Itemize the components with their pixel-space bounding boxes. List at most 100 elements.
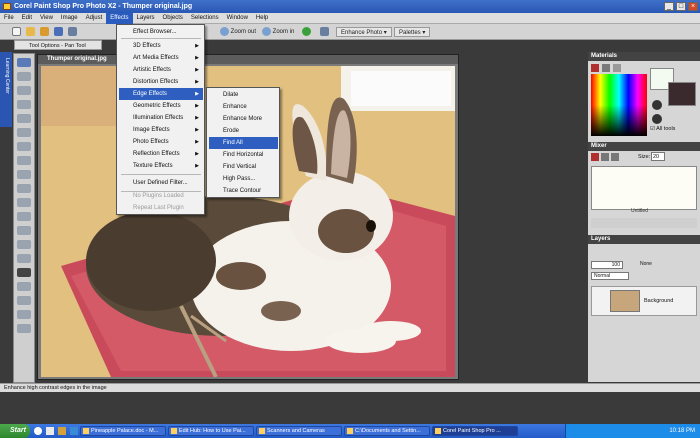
edge-submenu-item[interactable]: Erode <box>209 125 278 137</box>
layer-opacity-input[interactable]: 100 <box>591 261 623 269</box>
ie-quicklaunch-icon[interactable] <box>34 427 42 435</box>
swatch-icon[interactable] <box>602 64 610 72</box>
effects-menu-item[interactable]: Art Media Effects ▶ <box>119 52 203 64</box>
shape-tool-icon[interactable] <box>17 282 31 291</box>
edge-submenu-item[interactable]: Find Horizontal <box>209 149 278 161</box>
menu-objects[interactable]: Objects <box>159 13 187 24</box>
grid-icon[interactable] <box>613 64 621 72</box>
blend-mode-select[interactable]: Normal <box>591 272 629 280</box>
edge-submenu-item-find-all[interactable]: Find All <box>209 137 278 149</box>
layers-panel-header[interactable]: Layers <box>588 235 700 244</box>
enhance-photo-dropdown[interactable]: Enhance Photo ▾ <box>336 27 392 37</box>
quicklaunch-icon[interactable] <box>46 427 54 435</box>
straighten-tool-icon[interactable] <box>17 128 31 137</box>
quicklaunch-icon[interactable] <box>70 427 78 435</box>
open-folder-icon[interactable] <box>26 27 35 36</box>
window-titlebar[interactable]: Corel Paint Shop Pro Photo X2 - Thumper … <box>0 0 700 13</box>
app-icon[interactable] <box>3 3 11 10</box>
print-icon[interactable] <box>68 27 77 36</box>
background-swatch[interactable] <box>668 82 696 106</box>
selection-tool-icon[interactable] <box>17 86 31 95</box>
mixer-canvas[interactable] <box>591 166 697 210</box>
pen-tool-icon[interactable] <box>17 296 31 305</box>
effects-menu-item[interactable]: Photo Effects ▶ <box>119 136 203 148</box>
menu-edit[interactable]: Edit <box>18 13 36 24</box>
pick-tool-icon[interactable] <box>17 72 31 81</box>
eraser-icon[interactable] <box>17 240 31 249</box>
menu-layers[interactable]: Layers <box>133 13 159 24</box>
zoom-out-button[interactable]: Zoom out <box>231 29 256 35</box>
edge-submenu-item[interactable]: Trace Contour <box>209 185 278 197</box>
scratch-remover-icon[interactable] <box>17 184 31 193</box>
materials-panel-header[interactable]: Materials <box>588 52 700 61</box>
learning-center-tab[interactable]: Learning Center <box>0 52 12 127</box>
mixer-tool-icon[interactable] <box>601 153 609 161</box>
browse-icon[interactable] <box>40 27 49 36</box>
effects-menu-item[interactable]: Distortion Effects ▶ <box>119 76 203 88</box>
mesh-warp-icon[interactable] <box>17 324 31 333</box>
edge-submenu-item[interactable]: Dilate <box>209 89 278 101</box>
effects-menu-item[interactable]: Image Effects ▶ <box>119 124 203 136</box>
quicklaunch-icon[interactable] <box>58 427 66 435</box>
edge-submenu-item[interactable]: Enhance <box>209 101 278 113</box>
edge-submenu-item[interactable]: Enhance More <box>209 113 278 125</box>
text-tool-icon[interactable] <box>17 268 31 277</box>
makeover-tool-icon[interactable] <box>17 156 31 165</box>
dropper-tool-icon[interactable] <box>17 100 31 109</box>
pan-tool-icon[interactable] <box>17 58 31 67</box>
lighten-darken-icon[interactable] <box>17 226 31 235</box>
layer-link-none[interactable]: None <box>640 261 652 267</box>
color-spectrum[interactable] <box>591 74 647 136</box>
clock[interactable]: 10:18 PM <box>669 428 695 434</box>
effects-menu-item-edge-effects[interactable]: Edge Effects ▶ <box>119 88 203 100</box>
mixer-brush-icon[interactable] <box>591 153 599 161</box>
menu-image[interactable]: Image <box>57 13 82 24</box>
document-titlebar[interactable]: Thumper original.jpg <box>38 55 458 64</box>
script-icon[interactable] <box>320 27 329 36</box>
menu-effects[interactable]: Effects <box>106 13 133 24</box>
menu-adjust[interactable]: Adjust <box>82 13 107 24</box>
effects-menu-item[interactable]: Reflection Effects ▶ <box>119 148 203 160</box>
effects-menu-item[interactable]: 3D Effects ▶ <box>119 40 203 52</box>
minimize-button[interactable]: _ <box>664 2 674 11</box>
mixer-size-input[interactable]: 20 <box>651 152 665 161</box>
zoom-in-button[interactable]: Zoom in <box>273 29 295 35</box>
layer-row[interactable]: Background <box>591 286 697 316</box>
save-icon[interactable] <box>54 27 63 36</box>
crop-tool-icon[interactable] <box>17 114 31 123</box>
effects-menu-item[interactable]: Illumination Effects ▶ <box>119 112 203 124</box>
edge-submenu-item[interactable]: Find Vertical <box>209 161 278 173</box>
refresh-icon[interactable] <box>302 27 311 36</box>
menu-view[interactable]: View <box>36 13 57 24</box>
texture-toggle-icon[interactable] <box>652 114 662 124</box>
tool-options-palette[interactable]: Tool Options - Pan Tool <box>14 40 102 50</box>
taskbar-button[interactable]: Pineapple Palace.doc - M... <box>80 426 166 436</box>
taskbar-button-active[interactable]: Corel Paint Shop Pro ... <box>432 426 518 436</box>
menu-help[interactable]: Help <box>252 13 272 24</box>
palettes-dropdown[interactable]: Palettes ▾ <box>394 27 431 37</box>
frame-icon[interactable] <box>591 64 599 72</box>
mixer-panel-header[interactable]: Mixer <box>588 142 700 151</box>
taskbar-button[interactable]: Edit Hub: How to Use Pai... <box>168 426 254 436</box>
flood-fill-icon[interactable] <box>17 254 31 263</box>
edge-submenu-item[interactable]: High Pass... <box>209 173 278 185</box>
zoom-out-icon[interactable] <box>220 27 229 36</box>
menu-selections[interactable]: Selections <box>187 13 223 24</box>
red-eye-tool-icon[interactable] <box>17 142 31 151</box>
zoom-in-icon[interactable] <box>262 27 271 36</box>
effects-menu-item[interactable]: Effect Browser... <box>119 26 203 38</box>
maximize-button[interactable]: □ <box>676 2 686 11</box>
airbrush-icon[interactable] <box>17 212 31 221</box>
effects-menu-item[interactable]: Geometric Effects ▶ <box>119 100 203 112</box>
mixer-tool-icon[interactable] <box>611 153 619 161</box>
start-button[interactable]: Start <box>0 424 30 438</box>
effects-menu-item[interactable]: User Defined Filter... <box>119 177 203 189</box>
warp-brush-icon[interactable] <box>17 310 31 319</box>
close-button[interactable]: × <box>688 2 698 11</box>
taskbar-button[interactable]: Scanners and Cameras <box>256 426 342 436</box>
transparent-toggle-icon[interactable] <box>652 100 662 110</box>
all-tools-checkbox[interactable]: ☑ All tools <box>650 126 675 132</box>
taskbar-button[interactable]: C:\Documents and Settin... <box>344 426 430 436</box>
new-file-icon[interactable] <box>12 27 21 36</box>
effects-menu-item[interactable]: Artistic Effects ▶ <box>119 64 203 76</box>
